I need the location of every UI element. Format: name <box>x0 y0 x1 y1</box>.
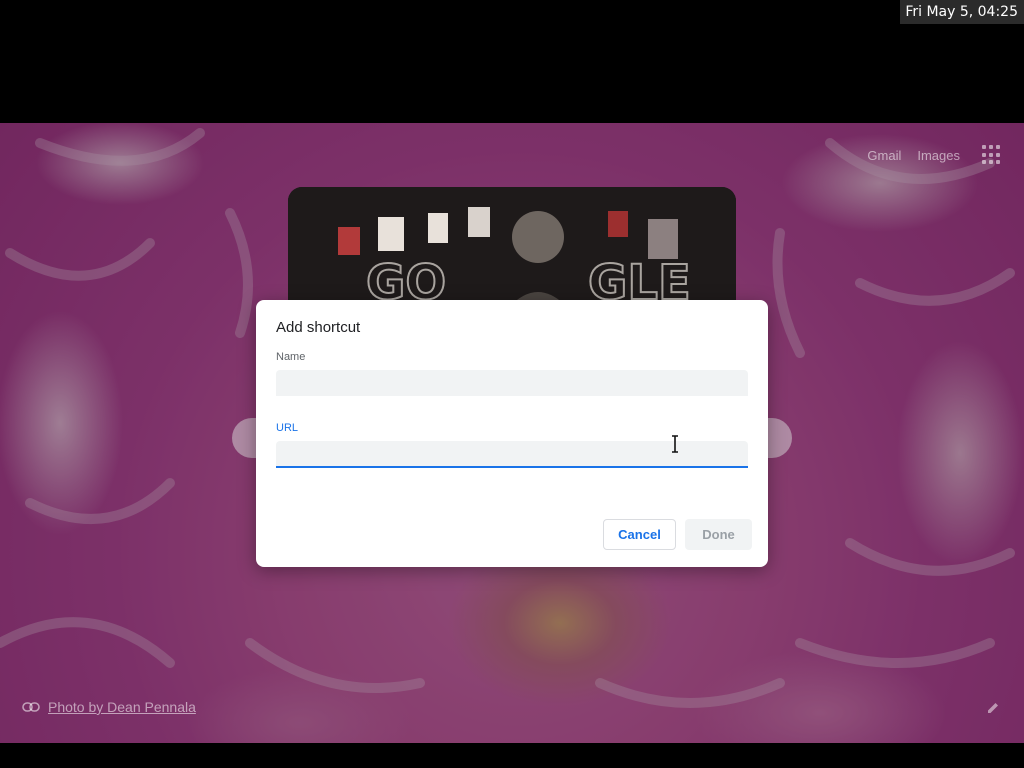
name-label: Name <box>276 351 306 363</box>
dialog-title: Add shortcut <box>276 319 361 336</box>
link-icon <box>22 702 40 712</box>
pencil-icon[interactable] <box>986 701 1000 715</box>
done-button[interactable]: Done <box>685 519 752 550</box>
images-link[interactable]: Images <box>917 148 960 163</box>
name-input[interactable] <box>276 370 748 396</box>
top-links: Gmail Images <box>867 145 1002 165</box>
apps-grid-icon[interactable] <box>982 145 1002 165</box>
cancel-button[interactable]: Cancel <box>603 519 676 550</box>
add-shortcut-dialog: Add shortcut Name URL Cancel Done <box>256 300 768 567</box>
gmail-link[interactable]: Gmail <box>867 148 901 163</box>
url-label: URL <box>276 422 299 434</box>
photo-credit-link[interactable]: Photo by Dean Pennala <box>48 699 196 715</box>
text-cursor-icon <box>672 435 678 453</box>
photo-credit[interactable]: Photo by Dean Pennala <box>22 699 196 715</box>
system-clock: Fri May 5, 04:25 <box>900 0 1024 24</box>
